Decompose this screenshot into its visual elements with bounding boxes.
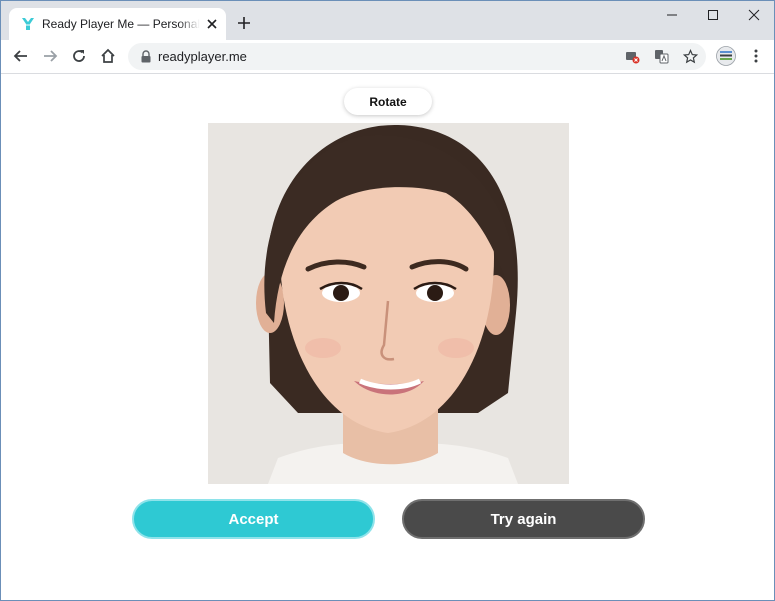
rotate-button[interactable]: Rotate: [344, 88, 432, 115]
selfie-photo: [208, 123, 569, 484]
accept-button[interactable]: Accept: [132, 499, 375, 539]
ready-player-me-logo-icon: [22, 18, 34, 30]
browser-tab[interactable]: Ready Player Me — Personal 3D Avatar: [9, 8, 226, 40]
url-text: readyplayer.me: [158, 49, 247, 64]
face-illustration: [208, 123, 569, 484]
star-icon[interactable]: [683, 49, 698, 64]
browser-window: Ready Player Me — Personal 3D Avatar: [0, 0, 775, 601]
tab-bar: Ready Player Me — Personal 3D Avatar: [1, 1, 774, 40]
kebab-menu-icon[interactable]: [748, 48, 764, 64]
tab-title: Ready Player Me — Personal 3D Avatar: [42, 17, 200, 32]
back-arrow-icon[interactable]: [13, 48, 29, 64]
home-icon[interactable]: [100, 48, 116, 64]
minimize-icon[interactable]: [661, 7, 683, 23]
blocked-content-icon[interactable]: [625, 49, 640, 64]
reload-icon[interactable]: [71, 48, 87, 64]
browser-toolbar: readyplayer.me: [1, 40, 774, 74]
translate-icon[interactable]: [654, 49, 669, 64]
close-icon[interactable]: [205, 17, 219, 31]
forward-arrow-icon[interactable]: [42, 48, 58, 64]
address-bar[interactable]: readyplayer.me: [128, 43, 706, 70]
try-again-button[interactable]: Try again: [402, 499, 645, 539]
plus-icon[interactable]: [237, 16, 251, 30]
maximize-icon[interactable]: [702, 7, 724, 23]
window-close-icon[interactable]: [743, 7, 765, 23]
lock-icon[interactable]: [140, 50, 152, 63]
profile-avatar-icon[interactable]: [716, 46, 736, 66]
